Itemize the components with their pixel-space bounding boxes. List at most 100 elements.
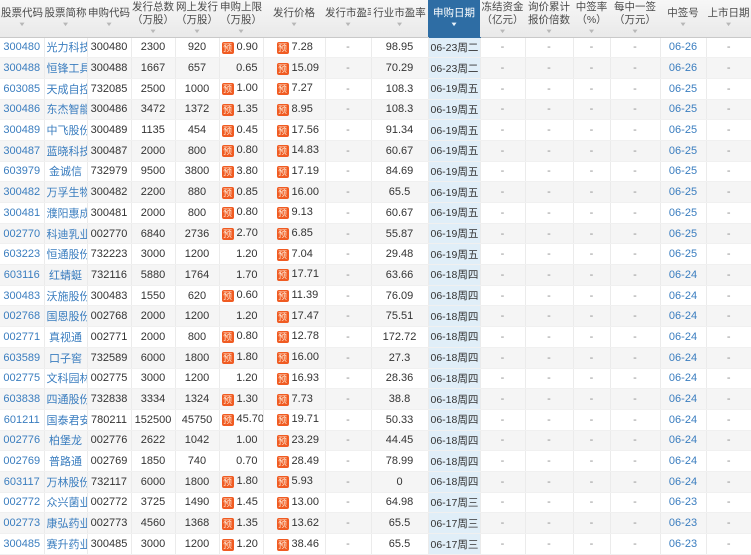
cell-lot_no[interactable]: 06-24	[660, 326, 707, 348]
lot-number-link[interactable]: 06-25	[669, 228, 697, 240]
col-header-list_date[interactable]: 上市日期 ▼	[706, 0, 751, 38]
cell-lot_no[interactable]: 06-24	[660, 305, 707, 328]
cell-code[interactable]: 002768	[0, 305, 45, 328]
cell-name[interactable]: 东杰智能	[44, 99, 88, 121]
cell-name[interactable]: 恒锋工具	[44, 57, 88, 79]
cell-lot_no[interactable]: 06-25	[660, 223, 707, 245]
stock-name-link[interactable]: 东杰智能	[47, 104, 87, 116]
cell-code[interactable]: 002771	[0, 326, 45, 348]
stock-code-link[interactable]: 002773	[3, 517, 40, 529]
stock-code-link[interactable]: 002772	[3, 496, 40, 508]
cell-name[interactable]: 光力科技	[44, 37, 88, 59]
stock-code-link[interactable]: 002771	[3, 331, 40, 343]
lot-number-link[interactable]: 06-25	[669, 145, 697, 157]
cell-code[interactable]: 601211	[0, 409, 45, 431]
stock-name-link[interactable]: 万孚生物	[47, 187, 87, 199]
stock-name-link[interactable]: 天成自控	[47, 84, 87, 96]
stock-code-link[interactable]: 603116	[4, 269, 40, 281]
cell-code[interactable]: 603589	[0, 347, 45, 369]
cell-name[interactable]: 口子窖	[44, 347, 88, 369]
cell-name[interactable]: 康弘药业	[44, 512, 88, 534]
cell-lot_no[interactable]: 06-23	[660, 533, 707, 555]
stock-name-link[interactable]: 国泰君安	[47, 415, 87, 427]
cell-lot_no[interactable]: 06-24	[660, 264, 707, 286]
lot-number-link[interactable]: 06-26	[669, 41, 697, 53]
stock-code-link[interactable]: 603085	[3, 83, 40, 95]
cell-name[interactable]: 万孚生物	[44, 181, 88, 203]
cell-code[interactable]: 300483	[0, 285, 45, 307]
stock-code-link[interactable]: 002768	[3, 310, 40, 322]
cell-code[interactable]: 300486	[0, 99, 45, 121]
cell-code[interactable]: 300485	[0, 533, 45, 555]
cell-lot_no[interactable]: 06-25	[660, 243, 707, 266]
stock-code-link[interactable]: 300487	[3, 145, 40, 157]
cell-name[interactable]: 蓝晓科技	[44, 140, 88, 162]
stock-name-link[interactable]: 光力科技	[47, 42, 87, 54]
lot-number-link[interactable]: 06-24	[669, 372, 697, 384]
lot-number-link[interactable]: 06-25	[669, 186, 697, 198]
stock-code-link[interactable]: 603979	[3, 165, 40, 177]
cell-name[interactable]: 中飞股份	[44, 119, 88, 141]
lot-number-link[interactable]: 06-25	[669, 103, 697, 115]
lot-number-link[interactable]: 06-26	[669, 62, 697, 74]
cell-lot_no[interactable]: 06-25	[660, 78, 707, 100]
cell-code[interactable]: 002770	[0, 223, 45, 245]
cell-code[interactable]: 300481	[0, 202, 45, 224]
cell-name[interactable]: 文科园林	[44, 368, 88, 390]
col-header-date[interactable]: 申购日期 ▼	[428, 0, 480, 38]
cell-lot_no[interactable]: 06-24	[660, 347, 707, 369]
cell-code[interactable]: 002769	[0, 450, 45, 472]
cell-lot_no[interactable]: 06-24	[660, 409, 707, 431]
lot-number-link[interactable]: 06-24	[669, 331, 697, 343]
lot-number-link[interactable]: 06-23	[669, 496, 697, 508]
lot-number-link[interactable]: 06-24	[669, 290, 697, 302]
stock-code-link[interactable]: 300480	[3, 41, 40, 53]
stock-name-link[interactable]: 科迪乳业	[47, 229, 87, 241]
cell-lot_no[interactable]: 06-23	[660, 512, 707, 534]
stock-code-link[interactable]: 300488	[3, 62, 40, 74]
stock-name-link[interactable]: 真视通	[49, 332, 82, 344]
cell-lot_no[interactable]: 06-24	[660, 368, 707, 390]
col-header-price[interactable]: 发行价格 ▼	[263, 0, 325, 38]
lot-number-link[interactable]: 06-25	[669, 165, 697, 177]
stock-code-link[interactable]: 002776	[3, 434, 40, 446]
stock-name-link[interactable]: 众兴菌业	[47, 497, 87, 509]
stock-code-link[interactable]: 603117	[4, 476, 40, 488]
stock-name-link[interactable]: 四通股份	[47, 394, 87, 406]
stock-name-link[interactable]: 普路通	[49, 456, 82, 468]
stock-code-link[interactable]: 002775	[3, 372, 40, 384]
col-header-per_lot[interactable]: 每中一签 （万元） ▼	[610, 0, 660, 38]
cell-code[interactable]: 300480	[0, 37, 45, 59]
stock-code-link[interactable]: 603223	[3, 248, 40, 260]
col-header-sub_code[interactable]: 申购代码 ▼	[87, 0, 131, 38]
cell-code[interactable]: 603116	[0, 264, 45, 286]
cell-name[interactable]: 恒通股份	[44, 243, 88, 266]
lot-number-link[interactable]: 06-25	[669, 124, 697, 136]
lot-number-link[interactable]: 06-25	[669, 248, 697, 260]
col-header-code[interactable]: 股票代码 ▼	[0, 0, 44, 38]
stock-code-link[interactable]: 002770	[3, 228, 40, 240]
cell-lot_no[interactable]: 06-23	[660, 492, 707, 514]
col-header-total[interactable]: 发行总数 （万股） ▼	[131, 0, 175, 38]
stock-code-link[interactable]: 300485	[3, 538, 40, 550]
lot-number-link[interactable]: 06-24	[669, 352, 697, 364]
cell-name[interactable]: 红蜻蜓	[44, 264, 88, 286]
cell-name[interactable]: 柏堡龙	[44, 430, 88, 452]
stock-name-link[interactable]: 柏堡龙	[49, 435, 82, 447]
cell-name[interactable]: 众兴菌业	[44, 492, 88, 514]
col-header-issue_pe[interactable]: 发行市盈率 ▼	[325, 0, 371, 38]
cell-code[interactable]: 603223	[0, 243, 45, 266]
cell-code[interactable]: 300482	[0, 181, 45, 203]
col-header-limit[interactable]: 申购上限 （万股） ▼	[219, 0, 263, 38]
lot-number-link[interactable]: 06-24	[669, 310, 697, 322]
cell-lot_no[interactable]: 06-25	[660, 161, 707, 183]
cell-lot_no[interactable]: 06-26	[660, 37, 707, 59]
stock-name-link[interactable]: 恒通股份	[47, 249, 87, 261]
col-header-online[interactable]: 网上发行 （万股） ▼	[175, 0, 219, 38]
stock-code-link[interactable]: 601211	[4, 414, 40, 426]
cell-lot_no[interactable]: 06-25	[660, 119, 707, 141]
stock-code-link[interactable]: 300483	[3, 290, 40, 302]
stock-name-link[interactable]: 沃施股份	[47, 291, 87, 303]
cell-lot_no[interactable]: 06-24	[660, 430, 707, 452]
stock-code-link[interactable]: 002769	[3, 455, 40, 467]
